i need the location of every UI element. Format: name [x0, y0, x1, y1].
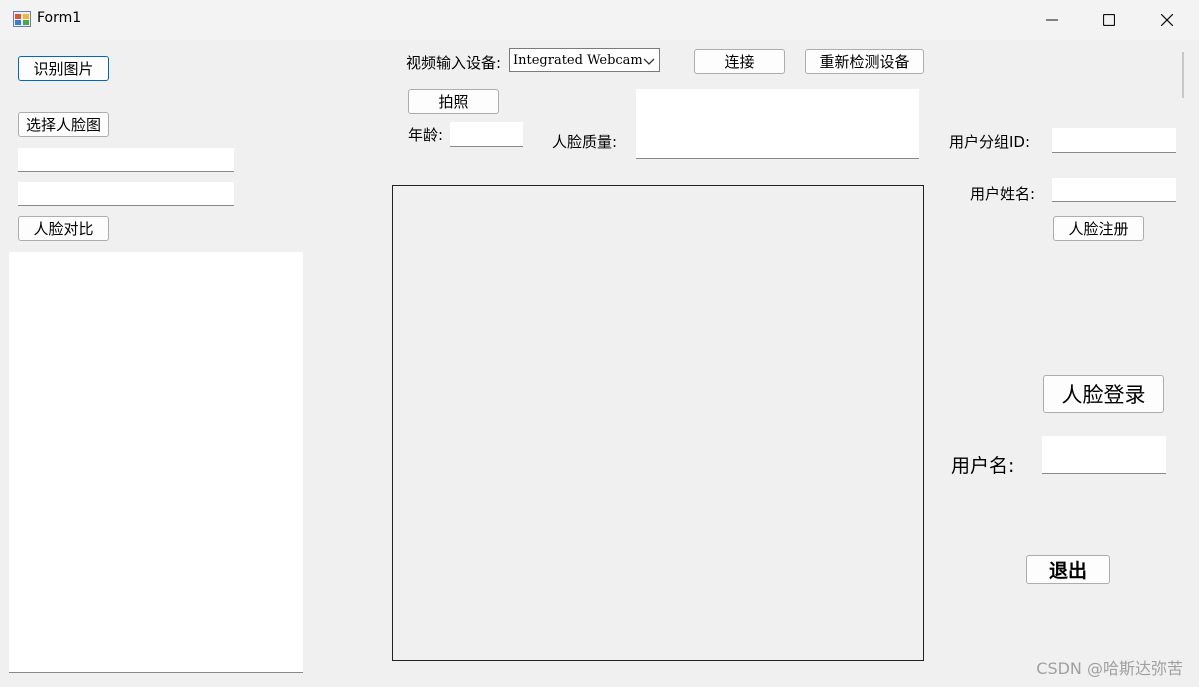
app-window: Form1 识别图片 选择人脸图 人脸对比 视频输入设备: Integrated… — [0, 0, 1199, 687]
minimize-button[interactable] — [1023, 0, 1081, 40]
video-device-label: 视频输入设备: — [406, 54, 502, 72]
user-group-id-input[interactable] — [1052, 128, 1176, 153]
window-title: Form1 — [37, 10, 82, 26]
face-register-button[interactable]: 人脸注册 — [1053, 216, 1144, 241]
username-label: 用户名: — [951, 455, 1015, 477]
connect-button[interactable]: 连接 — [694, 49, 785, 74]
take-photo-button[interactable]: 拍照 — [408, 89, 499, 114]
title-bar: Form1 — [0, 0, 1199, 40]
redetect-device-button[interactable]: 重新检测设备 — [805, 49, 924, 74]
recognize-image-button[interactable]: 识别图片 — [18, 56, 109, 81]
face-image-path-1-input[interactable] — [18, 148, 234, 172]
close-icon — [1161, 14, 1173, 26]
face-quality-text-box[interactable] — [636, 89, 919, 159]
select-face-image-button[interactable]: 选择人脸图 — [18, 112, 109, 137]
face-quality-label: 人脸质量: — [552, 133, 618, 151]
video-device-select[interactable]: Integrated Webcam — [509, 48, 660, 72]
user-group-id-label: 用户分组ID: — [949, 133, 1031, 151]
app-icon — [13, 11, 31, 27]
chevron-down-icon — [642, 51, 656, 71]
scrollbar-indicator[interactable] — [1182, 52, 1184, 98]
close-button[interactable] — [1138, 0, 1196, 40]
age-label: 年龄: — [408, 126, 444, 144]
user-name-label: 用户姓名: — [970, 185, 1036, 203]
username-input[interactable] — [1042, 436, 1166, 474]
face-login-button[interactable]: 人脸登录 — [1043, 375, 1164, 413]
minimize-icon — [1046, 19, 1058, 21]
camera-picture-box — [392, 185, 924, 661]
user-name-input[interactable] — [1052, 178, 1176, 202]
exit-button[interactable]: 退出 — [1026, 555, 1110, 584]
video-device-value: Integrated Webcam — [513, 52, 643, 68]
watermark: CSDN @哈斯达弥苦 — [1036, 659, 1183, 678]
face-image-path-2-input[interactable] — [18, 182, 234, 206]
result-text-box[interactable] — [9, 252, 303, 673]
maximize-icon — [1103, 14, 1115, 26]
maximize-button[interactable] — [1080, 0, 1138, 40]
age-input[interactable] — [450, 122, 523, 147]
face-compare-button[interactable]: 人脸对比 — [18, 216, 109, 241]
